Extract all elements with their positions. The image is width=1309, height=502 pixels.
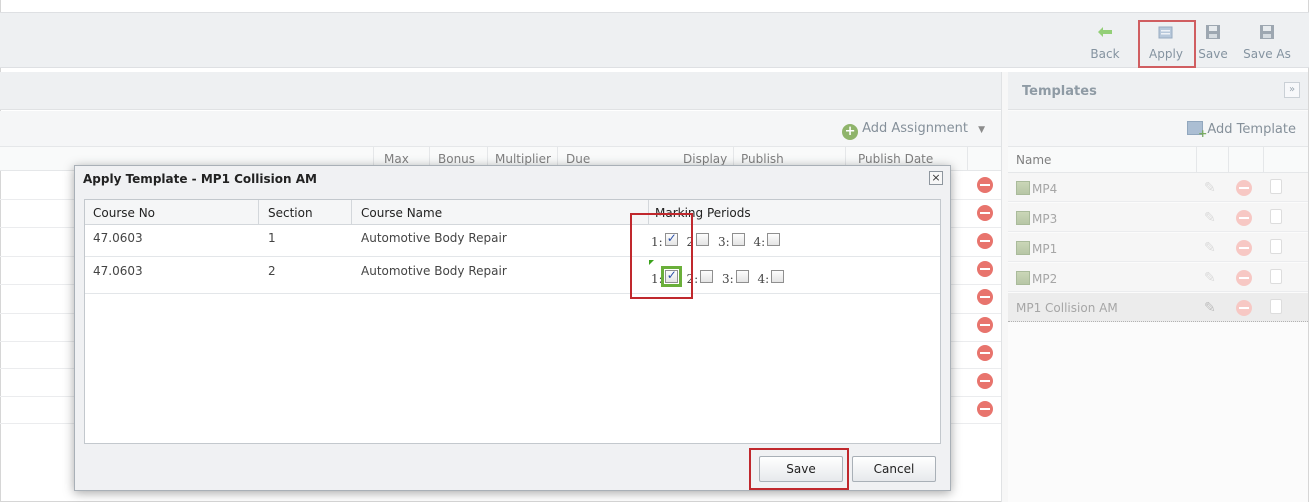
save-highlight-box — [749, 448, 849, 490]
course-name-cell: Automotive Body Repair — [361, 264, 507, 278]
period-label: 3: — [722, 272, 734, 286]
course-name-cell: Automotive Body Repair — [361, 231, 507, 245]
course-no-cell: 47.0603 — [93, 231, 143, 245]
period-2-checkbox[interactable] — [700, 270, 714, 283]
marking-periods-highlight-box — [630, 213, 693, 299]
table-row[interactable]: 47.0603 2 Automotive Body Repair 1: 2: 3… — [85, 258, 940, 294]
period-label: 4: — [757, 272, 770, 286]
courses-grid: Course No Section Course Name Marking Pe… — [84, 199, 941, 444]
column-course-name[interactable]: Course Name — [361, 206, 442, 220]
course-no-cell: 47.0603 — [93, 264, 143, 278]
column-separator — [258, 200, 259, 225]
section-cell: 1 — [268, 231, 276, 245]
column-section[interactable]: Section — [268, 206, 313, 220]
dialog-cancel-button[interactable]: Cancel — [852, 456, 936, 482]
apply-template-dialog: Apply Template - MP1 Collision AM × Cour… — [74, 165, 951, 491]
period-2-checkbox[interactable] — [696, 233, 710, 246]
column-course-no[interactable]: Course No — [93, 206, 155, 220]
period-4-checkbox[interactable] — [767, 233, 781, 246]
close-icon[interactable]: × — [929, 171, 943, 185]
table-row[interactable]: 47.0603 1 Automotive Body Repair 1: 2 3:… — [85, 225, 940, 257]
period-3-checkbox[interactable] — [735, 270, 749, 283]
dialog-title: Apply Template - MP1 Collision AM — [83, 172, 317, 186]
grid-header: Course No Section Course Name Marking Pe… — [85, 200, 940, 225]
period-label: 3: — [717, 235, 730, 249]
period-3-checkbox[interactable] — [731, 233, 745, 246]
period-4-checkbox[interactable] — [771, 270, 785, 283]
period-label: 4: — [753, 235, 766, 249]
column-separator — [351, 200, 352, 225]
section-cell: 2 — [268, 264, 276, 278]
